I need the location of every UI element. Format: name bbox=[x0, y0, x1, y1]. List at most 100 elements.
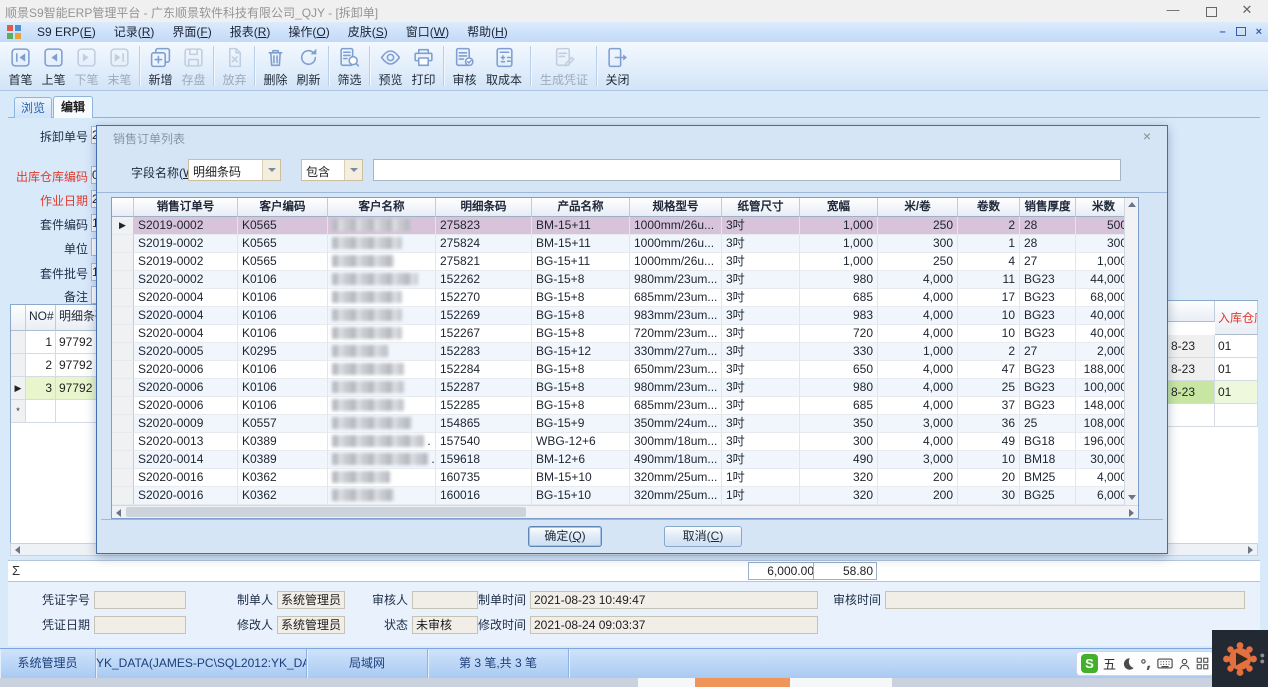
col-header-6[interactable]: 纸管尺寸 bbox=[722, 198, 800, 217]
table-row[interactable]: ▶S2019-0002K0565275823BM-15+111000mm/26u… bbox=[112, 217, 1124, 235]
scroll-up-icon[interactable] bbox=[1125, 198, 1138, 211]
table-row[interactable]: S2020-0004K0106152269BG-15+8983mm/23um..… bbox=[112, 307, 1124, 325]
table-row[interactable] bbox=[1168, 404, 1258, 427]
cancel-button[interactable]: 取消(C) bbox=[664, 526, 742, 547]
scroll-thumb[interactable] bbox=[126, 507, 526, 517]
taskbar-active-item[interactable] bbox=[695, 678, 790, 687]
filter-value-input[interactable] bbox=[373, 159, 1121, 181]
mdi-minimize-icon[interactable]: – bbox=[1219, 24, 1225, 40]
chevron-down-icon[interactable] bbox=[344, 160, 362, 180]
scroll-left-icon[interactable] bbox=[11, 544, 24, 555]
table-row[interactable]: S2019-0002K0565275824BM-15+111000mm/26u.… bbox=[112, 235, 1124, 253]
voucher-date-field[interactable] bbox=[94, 616, 186, 634]
table-row[interactable]: S2020-0006K0106152287BG-15+8980mm/23um..… bbox=[112, 379, 1124, 397]
toolbar-button-audit[interactable]: 审核 bbox=[448, 42, 481, 90]
col-header-1[interactable]: 客户编码 bbox=[238, 198, 328, 217]
table-row[interactable]: 8-2301 bbox=[1168, 358, 1258, 381]
menu-item-1[interactable]: 记录(R) bbox=[105, 22, 164, 42]
menu-item-4[interactable]: 操作(O) bbox=[279, 22, 338, 42]
toolbar-button-nav-next[interactable]: 下笔 bbox=[70, 42, 103, 90]
col-header-8[interactable]: 米/卷 bbox=[878, 198, 958, 217]
filter-operator-select[interactable]: 包含 bbox=[301, 159, 363, 181]
table-row[interactable]: S2020-0013K0389 .157540WBG-12+6300mm/18u… bbox=[112, 433, 1124, 451]
menu-item-6[interactable]: 窗口(W) bbox=[397, 22, 458, 42]
toolbar-button-add-doc[interactable]: 新增 bbox=[144, 42, 177, 90]
col-header-0[interactable]: 销售订单号 bbox=[134, 198, 238, 217]
col-header-4[interactable]: 产品名称 bbox=[532, 198, 630, 217]
toolbar-button-nav-first[interactable]: 首笔 bbox=[4, 42, 37, 90]
screen-recorder-overlay[interactable]: ●● bbox=[1212, 630, 1268, 687]
table-row[interactable]: 197792 bbox=[11, 331, 97, 354]
moon-icon[interactable] bbox=[1121, 657, 1135, 671]
col-header-2[interactable]: 客户名称 bbox=[328, 198, 436, 217]
toolbar-button-nav-prev[interactable]: 上笔 bbox=[37, 42, 70, 90]
bg-col-header-2[interactable]: 明细条码 bbox=[56, 305, 97, 331]
col-header-11[interactable]: 米数 bbox=[1076, 198, 1124, 217]
toolbar-button-nav-last[interactable]: 末笔 bbox=[103, 42, 136, 90]
bg-col-header-1[interactable]: NO# bbox=[26, 305, 56, 331]
col-header-7[interactable]: 宽幅 bbox=[800, 198, 878, 217]
minimize-icon[interactable]: — bbox=[1156, 0, 1190, 22]
table-row[interactable]: S2020-0016K0362160016BG-15+10320mm/25um.… bbox=[112, 487, 1124, 505]
table-row[interactable]: S2020-0005K0295152283BG-15+12330mm/27um.… bbox=[112, 343, 1124, 361]
voucher-no-field[interactable] bbox=[94, 591, 186, 609]
toolbar-button-refresh[interactable]: 刷新 bbox=[292, 42, 325, 90]
toolbar-button-discard[interactable]: 放弃 bbox=[218, 42, 251, 90]
toolbar-button-filter[interactable]: 筛选 bbox=[333, 42, 366, 90]
bg-col-header-0[interactable] bbox=[11, 305, 26, 331]
col-header-10[interactable]: 销售厚度 bbox=[1020, 198, 1076, 217]
maximize-icon[interactable] bbox=[1194, 0, 1228, 22]
table-row[interactable]: ▶397792 bbox=[11, 377, 97, 400]
grid-vscrollbar[interactable] bbox=[1124, 198, 1138, 505]
table-row[interactable]: S2020-0009K0557154865BG-15+9350mm/24um..… bbox=[112, 415, 1124, 433]
drag-handle-dots[interactable]: ●● bbox=[1260, 652, 1265, 664]
table-row[interactable]: S2020-0004K0106152267BG-15+8720mm/23um..… bbox=[112, 325, 1124, 343]
close-icon[interactable]: ✕ bbox=[1230, 0, 1264, 22]
sogou-logo-icon[interactable]: S bbox=[1081, 654, 1098, 673]
table-row[interactable]: S2019-0002K0565275821BG-15+111000mm/26u.… bbox=[112, 253, 1124, 271]
person-icon[interactable] bbox=[1178, 657, 1191, 671]
table-row[interactable]: S2020-0006K0106152284BG-15+8650mm/23um..… bbox=[112, 361, 1124, 379]
table-row[interactable]: S2020-0006K0106152285BG-15+8685mm/23um..… bbox=[112, 397, 1124, 415]
toolbar-button-eye[interactable]: 预览 bbox=[374, 42, 407, 90]
keyboard-icon[interactable] bbox=[1157, 657, 1173, 670]
table-row[interactable]: 8-2301 bbox=[1168, 381, 1258, 404]
chevron-down-icon[interactable] bbox=[262, 160, 280, 180]
filter-field-select[interactable]: 明细条码 bbox=[188, 159, 281, 181]
table-row[interactable]: S2020-0016K0362160735BM-15+10320mm/25um.… bbox=[112, 469, 1124, 487]
wubi-mode-icon[interactable]: 五 bbox=[1103, 654, 1116, 673]
menu-item-0[interactable]: S9 ERP(E) bbox=[28, 22, 105, 42]
col-header-5[interactable]: 规格型号 bbox=[630, 198, 722, 217]
scroll-down-icon[interactable] bbox=[1125, 491, 1138, 504]
tab-edit[interactable]: 编辑 bbox=[53, 96, 93, 118]
tab-browse[interactable]: 浏览 bbox=[14, 97, 52, 118]
col-header-9[interactable]: 卷数 bbox=[958, 198, 1020, 217]
scroll-left-icon[interactable] bbox=[112, 507, 125, 518]
menu-item-3[interactable]: 报表(R) bbox=[221, 22, 280, 42]
mdi-restore-icon[interactable] bbox=[1236, 24, 1246, 40]
table-row[interactable]: 297792 bbox=[11, 354, 97, 377]
apps-icon[interactable] bbox=[1196, 657, 1209, 670]
mdi-close-icon[interactable]: × bbox=[1256, 24, 1262, 40]
toolbar-button-voucher[interactable]: 生成凭证 bbox=[535, 42, 593, 90]
bg-col-header-1[interactable]: 入库仓库 bbox=[1215, 301, 1258, 335]
toolbar-button-exit[interactable]: 关闭 bbox=[601, 42, 634, 90]
grid-hscrollbar[interactable] bbox=[112, 505, 1138, 518]
scroll-right-icon[interactable] bbox=[1125, 507, 1138, 518]
table-row[interactable]: S2020-0004K0106152270BG-15+8685mm/23um..… bbox=[112, 289, 1124, 307]
table-row[interactable]: * bbox=[11, 400, 97, 423]
toolbar-button-printer[interactable]: 打印 bbox=[407, 42, 440, 90]
dialog-close-icon[interactable]: × bbox=[1139, 128, 1155, 144]
bg-col-header-0[interactable]: 日期 bbox=[1168, 301, 1215, 322]
toolbar-button-trash[interactable]: 删除 bbox=[259, 42, 292, 90]
table-row[interactable]: S2020-0002K0106152262BG-15+8980mm/23um..… bbox=[112, 271, 1124, 289]
table-row[interactable]: S2020-0014K0389 ..159618BM-12+6490mm/18u… bbox=[112, 451, 1124, 469]
toolbar-button-save-disk[interactable]: 存盘 bbox=[177, 42, 210, 90]
col-header-3[interactable]: 明细条码 bbox=[436, 198, 532, 217]
scroll-right-icon[interactable] bbox=[1244, 544, 1257, 555]
menu-item-5[interactable]: 皮肤(S) bbox=[339, 22, 397, 42]
punctuation-icon[interactable] bbox=[1140, 657, 1152, 671]
menu-item-2[interactable]: 界面(F) bbox=[163, 22, 220, 42]
table-row[interactable]: 8-2301 bbox=[1168, 335, 1258, 358]
menu-item-7[interactable]: 帮助(H) bbox=[458, 22, 517, 42]
